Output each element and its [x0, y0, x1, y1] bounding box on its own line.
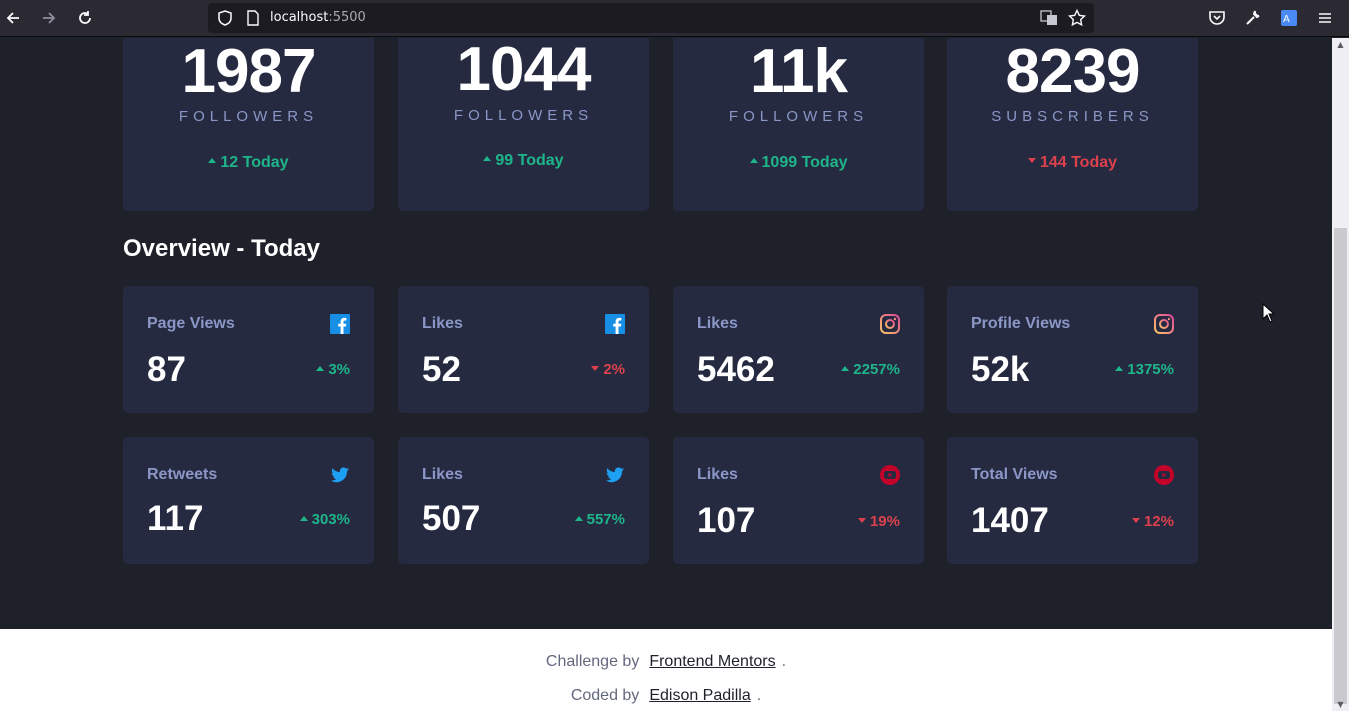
card-percent: 2257% — [841, 361, 900, 378]
overview-card: Total Views 1407 12% — [947, 437, 1198, 564]
follower-label: FOLLOWERS — [178, 108, 319, 125]
card-percent: 1375% — [1115, 361, 1174, 378]
arrow-up-icon — [316, 365, 325, 371]
twitter-icon — [330, 465, 350, 485]
card-title: Total Views — [971, 466, 1058, 483]
subscriber-card: 8239 SUBSCRIBERS 144 Today — [947, 38, 1198, 211]
card-value: 117 — [147, 499, 204, 538]
shield-icon[interactable] — [216, 9, 234, 27]
back-icon[interactable] — [3, 8, 23, 28]
vertical-scrollbar[interactable]: ▲ ▼ — [1332, 38, 1349, 711]
today-change: 1099 Today — [673, 154, 924, 172]
overview-card: Page Views 87 3% — [123, 286, 374, 413]
youtube-icon — [1154, 465, 1174, 485]
follower-count: 1987 — [181, 38, 317, 106]
wrench-icon[interactable] — [1243, 8, 1263, 28]
card-value: 52 — [422, 350, 461, 389]
menu-icon[interactable] — [1315, 8, 1335, 28]
pocket-icon[interactable] — [1207, 8, 1227, 28]
follower-count: 11k — [749, 38, 848, 106]
overview-card: Likes 52 2% — [398, 286, 649, 413]
twitter-icon — [605, 465, 625, 485]
card-value: 5462 — [697, 350, 775, 389]
follower-count: 1044 — [456, 38, 592, 104]
coded-credit: Coded by Edison Padilla. — [570, 687, 762, 704]
arrow-up-icon — [208, 158, 217, 164]
arrow-down-icon — [1131, 517, 1140, 523]
card-title: Profile Views — [971, 315, 1071, 332]
today-change: 99 Today — [398, 152, 649, 170]
translate-icon[interactable] — [1040, 9, 1058, 27]
overview-card: Profile Views 52k 1375% — [947, 286, 1198, 413]
card-value: 52k — [971, 350, 1030, 389]
card-percent: 19% — [857, 513, 900, 530]
browser-toolbar: localhost:5500 A — [0, 0, 1349, 37]
arrow-up-icon — [841, 365, 850, 371]
card-percent: 12% — [1131, 513, 1174, 530]
follower-card: 1987 FOLLOWERS 12 Today — [123, 38, 374, 211]
subscriber-count: 8239 — [1005, 38, 1141, 106]
scroll-up-icon[interactable]: ▲ — [1336, 41, 1345, 49]
frontend-mentor-link[interactable]: Frontend Mentors — [649, 653, 775, 670]
arrow-up-icon — [749, 158, 758, 164]
page-icon — [244, 9, 262, 27]
card-value: 87 — [147, 350, 186, 389]
reload-icon[interactable] — [75, 8, 95, 28]
arrow-up-icon — [574, 515, 583, 521]
scroll-down-icon[interactable]: ▼ — [1336, 701, 1345, 709]
challenge-credit: Challenge by Frontend Mentors. — [545, 653, 787, 670]
card-percent: 2% — [591, 361, 625, 378]
footer: Challenge by Frontend Mentors. Coded by Ed… — [0, 629, 1332, 711]
url-text[interactable]: localhost:5500 — [270, 10, 366, 25]
subscriber-label: SUBSCRIBERS — [991, 108, 1154, 125]
arrow-up-icon — [483, 156, 492, 162]
arrow-down-icon — [1027, 158, 1036, 164]
arrow-down-icon — [857, 517, 866, 523]
card-title: Retweets — [147, 466, 218, 483]
overview-card: Likes 507 557% — [398, 437, 649, 564]
facebook-icon — [330, 314, 350, 334]
arrow-down-icon — [591, 365, 600, 371]
follower-card: 11k FOLLOWERS 1099 Today — [673, 38, 924, 211]
arrow-up-icon — [1115, 365, 1124, 371]
card-percent: 303% — [299, 511, 350, 528]
instagram-icon — [1154, 314, 1174, 334]
card-title: Likes — [697, 466, 738, 483]
bookmark-star-icon[interactable] — [1067, 8, 1087, 27]
follower-label: FOLLOWERS — [728, 108, 869, 125]
follower-label: FOLLOWERS — [453, 107, 594, 124]
today-change: 12 Today — [123, 154, 374, 172]
card-percent: 3% — [316, 361, 350, 378]
url-bar[interactable]: localhost:5500 — [208, 3, 1094, 33]
overview-card: Likes 107 19% — [673, 437, 924, 564]
card-title: Likes — [422, 466, 463, 483]
card-value: 107 — [697, 501, 756, 540]
overview-card: Likes 5462 2257% — [673, 286, 924, 413]
page-viewport: 1987 FOLLOWERS 12 Today 1044 FOLLOWERS 9… — [0, 38, 1332, 711]
arrow-up-icon — [299, 515, 308, 521]
facebook-icon — [605, 314, 625, 334]
author-link[interactable]: Edison Padilla — [649, 687, 750, 704]
youtube-icon — [880, 465, 900, 485]
scrollbar-thumb[interactable] — [1334, 228, 1347, 704]
mouse-cursor-icon — [1262, 302, 1276, 323]
overview-card: Retweets 117 303% — [123, 437, 374, 564]
card-title: Likes — [697, 315, 738, 332]
instagram-icon — [880, 314, 900, 334]
overview-title: Overview - Today — [123, 235, 320, 262]
card-title: Likes — [422, 315, 463, 332]
card-percent: 557% — [574, 511, 625, 528]
forward-icon[interactable] — [39, 8, 59, 28]
today-change: 144 Today — [947, 154, 1198, 172]
follower-card: 1044 FOLLOWERS 99 Today — [398, 38, 649, 211]
card-value: 507 — [422, 499, 481, 538]
svg-text:A: A — [1283, 14, 1290, 25]
translate-extension-icon[interactable]: A — [1279, 8, 1299, 28]
card-title: Page Views — [147, 315, 235, 332]
card-value: 1407 — [971, 501, 1049, 540]
